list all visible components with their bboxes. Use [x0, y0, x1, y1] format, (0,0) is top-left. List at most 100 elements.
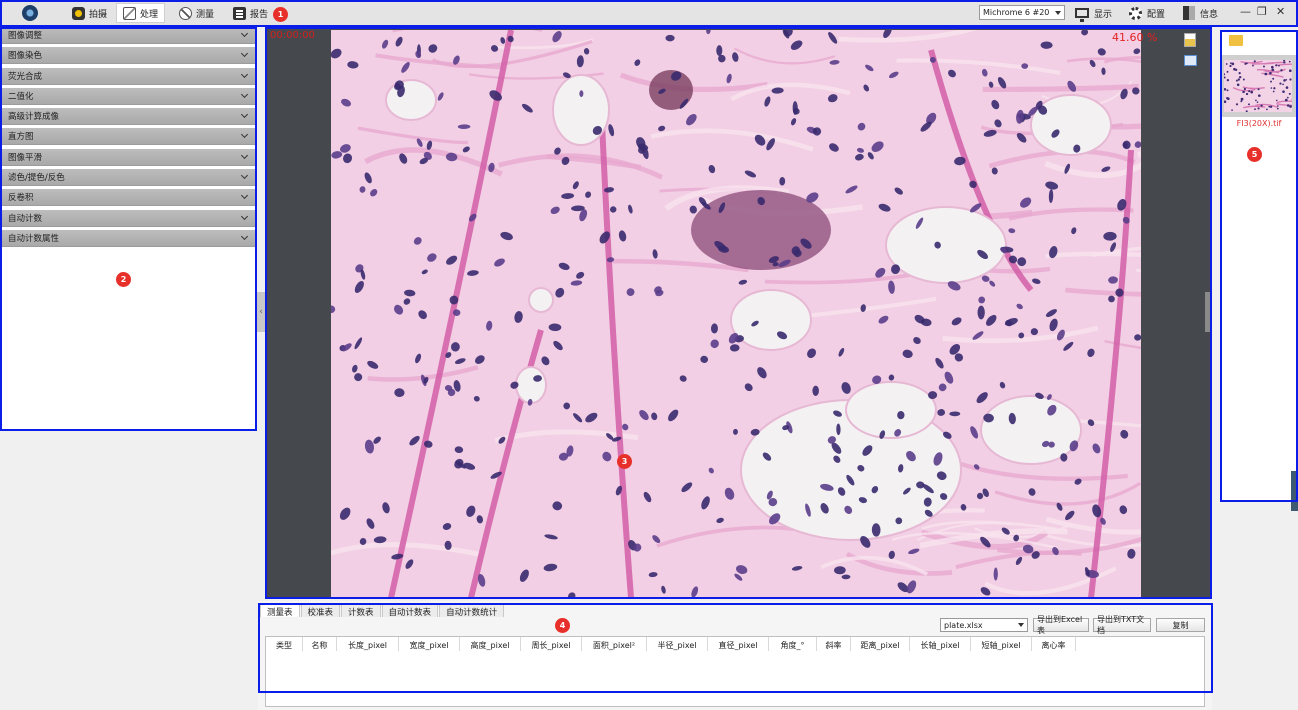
thumbnail-nucleus — [1224, 73, 1226, 76]
nav-measure-button[interactable]: 测量 — [173, 3, 220, 23]
accordion-item[interactable]: 高级计算成像 — [2, 108, 255, 126]
table-column-header[interactable]: 直径_pixel — [708, 637, 769, 651]
chevron-down-icon — [240, 90, 249, 98]
fit-window-icon[interactable] — [1184, 55, 1197, 66]
thumbnail-nucleus — [1253, 60, 1256, 63]
tissue-fibre — [982, 83, 1139, 93]
table-column-header[interactable]: 宽度_pixel — [399, 637, 460, 651]
table-column-header[interactable]: 斜率 — [817, 637, 851, 651]
tab-measure-2[interactable]: 计数表 — [341, 603, 381, 618]
cell-nucleus — [665, 34, 675, 42]
image-viewer[interactable] — [266, 28, 1210, 598]
chevron-down-icon — [240, 232, 249, 241]
measurement-table-header: 类型 名称 长度_pixel 宽度_pixel 高度_pixel 周长_pixel 面积_p… — [266, 637, 1204, 652]
thumbnail-nucleus — [1269, 105, 1273, 108]
cell-nucleus — [1040, 41, 1053, 49]
accordion-item[interactable]: 荧光合成 — [2, 67, 255, 85]
table-column-header[interactable]: 离心率 — [1032, 637, 1076, 651]
table-column-header[interactable]: 长度_pixel — [337, 637, 399, 651]
thumbnail-nucleus — [1272, 90, 1275, 93]
nav-process-button[interactable]: 处理 — [116, 3, 166, 23]
display-label: 显示 — [1094, 9, 1113, 20]
accordion-item[interactable]: 滤色/提色/反色 — [2, 169, 255, 187]
thumbnail-nucleus — [1240, 100, 1243, 103]
thumbnail-nucleus — [1276, 107, 1279, 110]
save-image-icon[interactable] — [1184, 33, 1196, 47]
thumbnail-nucleus — [1248, 90, 1251, 93]
chevron-down-icon — [240, 29, 249, 38]
thumbnail-nucleus — [1286, 104, 1290, 107]
vacuole — [552, 74, 610, 146]
vacuole — [1030, 94, 1112, 156]
table-column-header[interactable]: 周长_pixel — [521, 637, 582, 651]
vacuole — [528, 287, 554, 313]
thumbnail-item[interactable] — [1221, 55, 1297, 117]
tab-measure-3[interactable]: 自动计数表 — [381, 603, 439, 618]
export-file-select[interactable]: plate.xlsx — [940, 618, 1028, 632]
nav-capture-button[interactable]: 拍摄 — [66, 3, 113, 23]
table-column-header[interactable]: 角度_° — [769, 637, 817, 651]
info-icon — [1183, 6, 1195, 20]
thumbnail-nucleus — [1224, 76, 1226, 79]
table-column-header[interactable]: 短轴_pixel — [971, 637, 1032, 651]
accordion-item[interactable]: 自动计数 — [2, 209, 255, 227]
close-icon[interactable]: ✕ — [1276, 5, 1285, 18]
accordion-item[interactable]: 二值化 — [2, 87, 255, 105]
thumbnail-nucleus — [1260, 104, 1263, 107]
tab-measure-4[interactable]: 自动计数统计 — [439, 603, 505, 618]
table-column-header[interactable]: 高度_pixel — [460, 637, 521, 651]
thumbnail-fibre — [1275, 63, 1292, 67]
right-collapse-handle[interactable] — [1205, 292, 1211, 332]
accordion-item[interactable]: 直方图 — [2, 128, 255, 146]
thumbnail-nucleus — [1264, 72, 1268, 76]
thumbnail-nucleus — [1235, 79, 1238, 82]
accordion-item[interactable]: 图像染色 — [2, 47, 255, 65]
maximize-icon[interactable]: ❐ — [1257, 5, 1267, 18]
table-column-header[interactable]: 名称 — [303, 637, 337, 651]
thumbnail-nucleus — [1226, 70, 1229, 73]
accordion-item-label: 反卷积 — [8, 193, 34, 204]
tab-measure-0[interactable]: 测量表 — [260, 603, 300, 618]
right-edge-tab[interactable] — [1291, 471, 1298, 511]
accordion-item[interactable]: 图像调整 — [2, 27, 255, 44]
table-column-header[interactable]: 面积_pixel² — [582, 637, 647, 651]
thumbnail-nucleus — [1257, 88, 1260, 91]
copy-button[interactable]: 复制 — [1156, 618, 1205, 632]
thumbnail-nucleus — [1279, 82, 1282, 85]
display-button[interactable]: 显示 — [1075, 3, 1112, 23]
info-button[interactable]: 信息 — [1183, 3, 1218, 23]
accordion-item[interactable]: 反卷积 — [2, 189, 255, 207]
folder-icon[interactable] — [1229, 35, 1243, 46]
config-label: 配置 — [1147, 9, 1166, 20]
thumbnail-nucleus — [1240, 97, 1244, 101]
nav-report-button[interactable]: 报告 — [227, 3, 274, 23]
config-button[interactable]: 配置 — [1129, 3, 1165, 23]
table-column-header[interactable]: 半径_pixel — [647, 637, 708, 651]
accordion-item-label: 图像染色 — [8, 51, 43, 62]
camera-select[interactable]: Michrome 6 #20 — [979, 5, 1065, 20]
tab-measure-1[interactable]: 校准表 — [300, 603, 341, 618]
export-excel-button[interactable]: 导出到Excel表 — [1033, 615, 1089, 635]
accordion-item-label: 图像调整 — [8, 31, 43, 41]
thumbnail-nucleus — [1243, 87, 1246, 91]
thumbnail-nucleus — [1242, 90, 1245, 94]
table-column-header[interactable]: 类型 — [266, 637, 303, 651]
thumbnail-image — [1224, 60, 1292, 112]
thumbnail-nucleus — [1269, 71, 1272, 75]
thumbnail-nucleus — [1282, 60, 1286, 62]
thumbnail-nucleus — [1277, 105, 1279, 107]
thumbnail-nucleus — [1288, 69, 1292, 73]
export-txt-button[interactable]: 导出到TXT文档 — [1093, 615, 1151, 635]
table-column-header[interactable]: 长轴_pixel — [910, 637, 971, 651]
table-column-header[interactable]: 距离_pixel — [851, 637, 910, 651]
measurement-panel: 测量表 校准表 计数表 自动计数表 自动计数统计 plate.xlsx 导出到Excel… — [258, 601, 1212, 710]
thumbnail-nucleus — [1285, 78, 1288, 81]
accordion-item[interactable]: 图像平滑 — [2, 148, 255, 166]
thumbnail-nucleus — [1288, 92, 1291, 95]
left-collapse-handle[interactable]: ‹ — [257, 292, 265, 332]
minimize-icon[interactable]: — — [1240, 5, 1251, 18]
accordion-item[interactable]: 自动计数属性 — [2, 229, 255, 247]
thumbnail-nucleus — [1256, 101, 1259, 103]
thumbnail-nucleus — [1252, 64, 1254, 67]
thumbnail-fibre — [1263, 61, 1286, 65]
